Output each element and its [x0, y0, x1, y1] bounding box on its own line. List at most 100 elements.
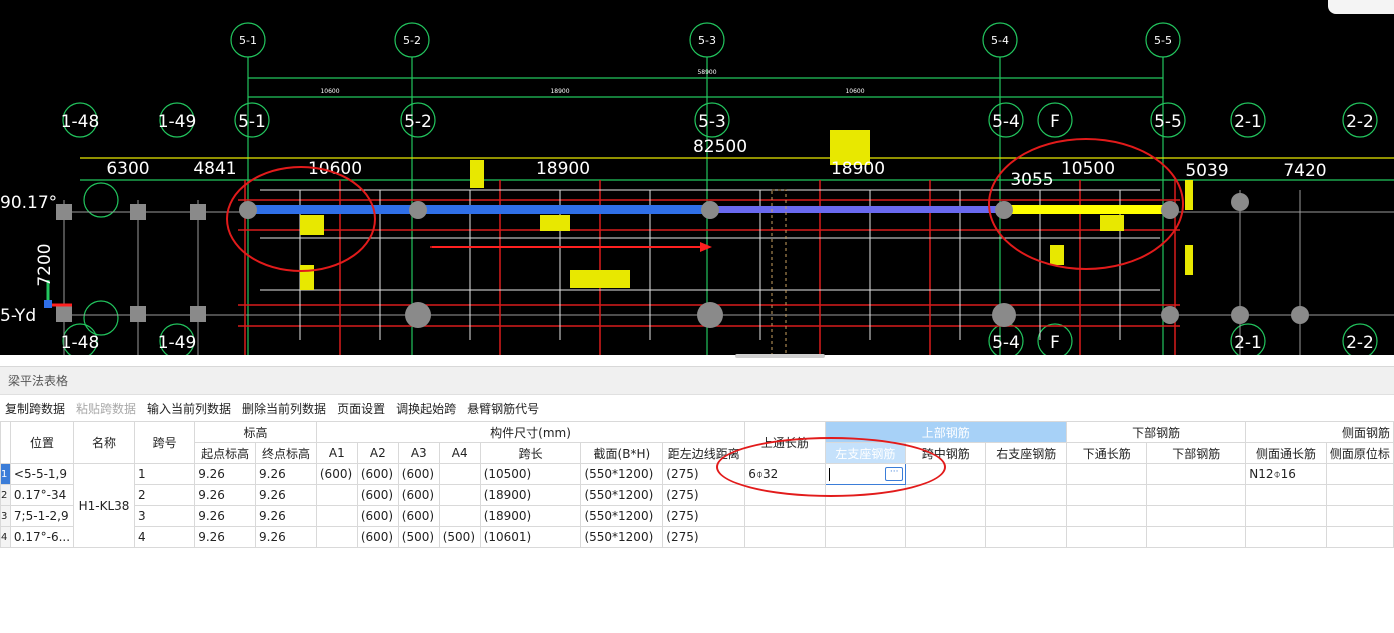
- header-end-elevation[interactable]: 终点标高: [255, 442, 317, 464]
- header-top-through-rebar[interactable]: 上通长筋: [744, 421, 826, 464]
- panel-splitter-handle[interactable]: [735, 354, 825, 358]
- a1-cell[interactable]: [315, 484, 358, 506]
- span-length-cell[interactable]: (18900): [479, 484, 582, 506]
- delete-column-data-button[interactable]: 删除当前列数据: [237, 397, 332, 421]
- header-position[interactable]: 位置: [9, 421, 75, 464]
- header-side-original-mark[interactable]: 侧面原位标: [1325, 442, 1394, 464]
- right-support-rebar-cell[interactable]: [985, 484, 1068, 506]
- a2-cell[interactable]: (600): [356, 526, 399, 548]
- end-elev-cell[interactable]: 9.26: [255, 526, 317, 548]
- header-span[interactable]: 跨号: [133, 421, 196, 464]
- swap-start-span-button[interactable]: 调换起始跨: [391, 397, 462, 421]
- copy-span-data-button[interactable]: 复制跨数据: [0, 397, 71, 421]
- edge-distance-cell[interactable]: (275): [662, 463, 746, 485]
- a3-cell[interactable]: (500): [397, 526, 440, 548]
- end-elev-cell[interactable]: 9.26: [255, 484, 317, 506]
- header-right-support-rebar[interactable]: 右支座钢筋: [985, 442, 1068, 464]
- section-cell[interactable]: (550*1200): [580, 484, 664, 506]
- header-start-elevation[interactable]: 起点标高: [194, 442, 257, 464]
- side-through-rebar-cell[interactable]: N12⌽16: [1245, 463, 1327, 485]
- header-elevation[interactable]: 标高: [194, 421, 317, 443]
- a4-cell[interactable]: [438, 484, 481, 506]
- right-support-rebar-cell[interactable]: [985, 526, 1068, 548]
- edge-distance-cell[interactable]: (275): [662, 505, 746, 527]
- a2-cell[interactable]: (600): [356, 484, 399, 506]
- a4-cell[interactable]: (500): [438, 526, 481, 548]
- header-bottom-rebar-col[interactable]: 下部钢筋: [1146, 442, 1247, 464]
- end-elev-cell[interactable]: 9.26: [255, 463, 317, 485]
- edge-distance-cell[interactable]: (275): [662, 526, 746, 548]
- header-a3[interactable]: A3: [397, 442, 440, 464]
- top-through-rebar-cell[interactable]: [744, 526, 826, 548]
- left-support-rebar-editor[interactable]: ···: [824, 463, 907, 485]
- a3-cell[interactable]: (600): [397, 505, 440, 527]
- left-support-rebar-cell[interactable]: [824, 505, 907, 527]
- right-support-rebar-cell[interactable]: [985, 505, 1068, 527]
- a2-cell[interactable]: (600): [356, 505, 399, 527]
- mid-span-rebar-cell[interactable]: [905, 484, 987, 506]
- a1-cell[interactable]: [315, 505, 358, 527]
- a4-cell[interactable]: [438, 505, 481, 527]
- bottom-through-rebar-cell[interactable]: [1066, 484, 1148, 506]
- header-span-length[interactable]: 跨长: [479, 442, 582, 464]
- header-side-through-rebar[interactable]: 侧面通长筋: [1245, 442, 1327, 464]
- start-elev-cell[interactable]: 9.26: [194, 505, 257, 527]
- side-original-mark-cell[interactable]: [1325, 484, 1394, 506]
- span-cell[interactable]: 2: [133, 484, 196, 506]
- a1-cell[interactable]: [315, 526, 358, 548]
- span-cell[interactable]: 1: [133, 463, 196, 485]
- left-support-rebar-cell[interactable]: [824, 526, 907, 548]
- beam-name-cell[interactable]: H1-KL38: [73, 463, 135, 548]
- position-cell[interactable]: 0.17°-34: [9, 484, 75, 506]
- top-through-rebar-cell[interactable]: [744, 484, 826, 506]
- bottom-through-rebar-cell[interactable]: [1066, 463, 1148, 485]
- bottom-rebar-cell[interactable]: [1146, 463, 1247, 485]
- header-side-rebar[interactable]: 侧面钢筋: [1245, 421, 1394, 443]
- span-length-cell[interactable]: (10601): [479, 526, 582, 548]
- end-elev-cell[interactable]: 9.26: [255, 505, 317, 527]
- top-through-rebar-cell[interactable]: 6⌽32: [744, 463, 826, 485]
- start-elev-cell[interactable]: 9.26: [194, 526, 257, 548]
- header-left-support-rebar[interactable]: 左支座钢筋: [824, 442, 907, 464]
- cad-viewport[interactable]: 5-1 5-2 5-3 5-4 5-5 10600 18900 10600 58…: [0, 0, 1394, 355]
- edge-distance-cell[interactable]: (275): [662, 484, 746, 506]
- span-length-cell[interactable]: (18900): [479, 505, 582, 527]
- header-section[interactable]: 截面(B*H): [580, 442, 664, 464]
- top-through-rebar-cell[interactable]: [744, 505, 826, 527]
- start-elev-cell[interactable]: 9.26: [194, 463, 257, 485]
- a4-cell[interactable]: [438, 463, 481, 485]
- page-setup-button[interactable]: 页面设置: [332, 397, 391, 421]
- bottom-rebar-cell[interactable]: [1146, 526, 1247, 548]
- bottom-through-rebar-cell[interactable]: [1066, 526, 1148, 548]
- span-length-cell[interactable]: (10500): [479, 463, 582, 485]
- header-bottom-through-rebar[interactable]: 下通长筋: [1066, 442, 1148, 464]
- header-a4[interactable]: A4: [438, 442, 481, 464]
- position-cell[interactable]: 0.17°-6...: [9, 526, 75, 548]
- header-edge-distance[interactable]: 距左边线距离: [662, 442, 746, 464]
- input-column-data-button[interactable]: 输入当前列数据: [142, 397, 237, 421]
- bottom-through-rebar-cell[interactable]: [1066, 505, 1148, 527]
- side-original-mark-cell[interactable]: [1325, 463, 1394, 485]
- paste-span-data-button[interactable]: 粘贴跨数据: [71, 397, 142, 421]
- header-a1[interactable]: A1: [315, 442, 358, 464]
- cantilever-rebar-code-button[interactable]: 悬臂钢筋代号: [462, 397, 545, 421]
- span-cell[interactable]: 4: [133, 526, 196, 548]
- a3-cell[interactable]: (600): [397, 484, 440, 506]
- bottom-rebar-cell[interactable]: [1146, 505, 1247, 527]
- section-cell[interactable]: (550*1200): [580, 463, 664, 485]
- header-mid-span-rebar[interactable]: 跨中钢筋: [905, 442, 987, 464]
- side-through-rebar-cell[interactable]: [1245, 526, 1327, 548]
- right-support-rebar-cell[interactable]: [985, 463, 1068, 485]
- position-cell[interactable]: 7;5-1-2,9: [9, 505, 75, 527]
- mid-span-rebar-cell[interactable]: [905, 463, 987, 485]
- row-number[interactable]: 2: [0, 484, 11, 506]
- a2-cell[interactable]: (600): [356, 463, 399, 485]
- header-top-rebar[interactable]: 上部钢筋: [824, 421, 1068, 443]
- side-through-rebar-cell[interactable]: [1245, 484, 1327, 506]
- row-number[interactable]: 1: [0, 463, 11, 485]
- side-through-rebar-cell[interactable]: [1245, 505, 1327, 527]
- position-cell[interactable]: <5-5-1,9: [9, 463, 75, 485]
- side-original-mark-cell[interactable]: [1325, 526, 1394, 548]
- a3-cell[interactable]: (600): [397, 463, 440, 485]
- section-cell[interactable]: (550*1200): [580, 505, 664, 527]
